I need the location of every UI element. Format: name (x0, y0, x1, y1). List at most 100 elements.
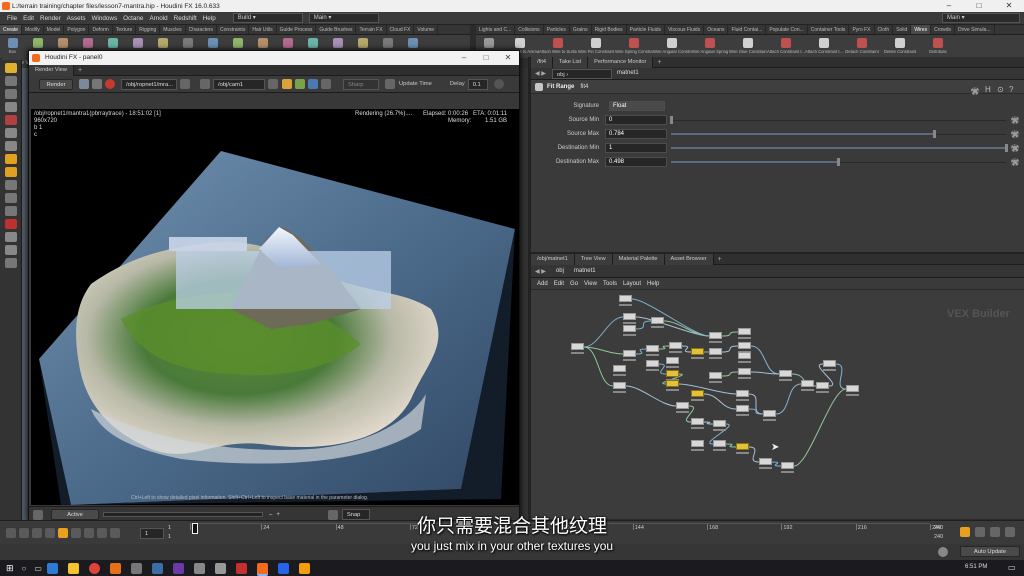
network-menu-tools[interactable]: Tools (603, 281, 617, 287)
left-tool-icon[interactable] (5, 128, 17, 138)
signature-dropdown[interactable]: Float (609, 101, 665, 111)
menu-item-octane[interactable]: Octane (120, 12, 146, 25)
param-tab[interactable]: Take List (553, 56, 589, 68)
vop-node[interactable] (779, 370, 792, 377)
houdini-taskbar-icon[interactable] (256, 562, 268, 574)
left-tool-icon[interactable] (5, 258, 17, 268)
param-tab[interactable]: Performance Monitor (588, 56, 654, 68)
shelf-tab[interactable]: Texture (113, 25, 137, 34)
pane-divider-horizontal[interactable] (531, 252, 1024, 254)
param-tab[interactable]: /fit4 (531, 56, 554, 68)
shelf-tab[interactable]: Hair Utils (249, 25, 277, 34)
panel-maximize-icon[interactable]: □ (475, 51, 497, 65)
help-icon[interactable] (493, 79, 504, 89)
left-tool-icon[interactable] (5, 232, 17, 242)
left-tool-icon[interactable] (5, 115, 17, 125)
param-help-icon[interactable]: H (985, 85, 991, 94)
preview-icon[interactable] (295, 79, 305, 89)
shelf-tool[interactable]: Delete Constraint (881, 35, 919, 58)
shelf-tool[interactable]: Wire Angular Spring Cons. (691, 35, 729, 58)
vop-node[interactable] (666, 370, 679, 377)
shelf-tool[interactable]: Attach Constraint t... (767, 35, 805, 58)
update-time-icon[interactable] (385, 79, 395, 89)
app-icon-8[interactable] (298, 562, 310, 574)
shelf-tool[interactable]: Wire Pin Constraint (577, 35, 615, 58)
left-tool-icon[interactable] (5, 63, 17, 73)
shelf-tool[interactable]: Detach Constraint (843, 35, 881, 58)
vop-node[interactable] (651, 317, 664, 324)
vop-node[interactable] (691, 348, 704, 355)
vop-node[interactable] (738, 328, 751, 335)
firefox-icon[interactable] (109, 562, 121, 574)
add-tab-icon[interactable]: + (657, 59, 661, 66)
menu-item-render[interactable]: Render (37, 12, 64, 25)
shelf-tab[interactable]: Muscles (160, 25, 186, 34)
shelf-tab[interactable]: Wires (911, 25, 932, 34)
shelf-tab[interactable]: Grains (570, 25, 592, 34)
param-gear-icon[interactable] (1011, 130, 1019, 138)
region-icon[interactable] (308, 79, 318, 89)
main-desktop-dropdown[interactable]: Main ▾ (308, 13, 379, 23)
vop-node[interactable] (623, 313, 636, 320)
shelf-tab[interactable]: Crowds (931, 25, 956, 34)
shelf-tab[interactable]: Modify (22, 25, 44, 34)
vop-node[interactable] (736, 405, 749, 412)
vop-node[interactable] (846, 385, 859, 392)
camera-chooser-icon[interactable] (268, 79, 278, 89)
network-menu-add[interactable]: Add (537, 281, 548, 287)
add-tab-icon[interactable]: + (718, 256, 722, 263)
camera-path-field[interactable]: /obj/cam1 (213, 78, 265, 90)
shelf-tab[interactable]: Rigid Bodies (592, 25, 627, 34)
vop-node[interactable] (666, 357, 679, 364)
shelf-tool[interactable]: Wire Glue Constraint (729, 35, 767, 58)
shelf-tab[interactable]: Fluid Contai... (728, 25, 767, 34)
vop-node[interactable] (823, 360, 836, 367)
tab-render-view[interactable]: Render View (29, 64, 74, 76)
param-value-field[interactable]: 0 (605, 115, 667, 125)
network-menu-edit[interactable]: Edit (554, 281, 564, 287)
param-gear-icon[interactable] (1011, 158, 1019, 166)
shelf-tab[interactable]: Characters (186, 25, 218, 34)
param-path-field[interactable]: obj › (551, 68, 612, 79)
task-view-icon[interactable]: ▭ (34, 564, 42, 573)
menu-item-edit[interactable]: Edit (20, 12, 37, 25)
app-icon-4[interactable] (193, 562, 205, 574)
left-tool-icon[interactable] (5, 167, 17, 177)
network-tab[interactable]: Asset Browser (664, 253, 714, 265)
menu-item-file[interactable]: File (4, 12, 20, 25)
param-gear-icon[interactable] (1011, 116, 1019, 124)
shelf-tab[interactable]: Particle Fluids (627, 25, 666, 34)
app-icon-2[interactable] (151, 562, 163, 574)
param-slider[interactable] (671, 157, 1006, 169)
param-slider[interactable] (671, 129, 1006, 141)
network-menu-view[interactable]: View (584, 281, 597, 287)
shelf-tab[interactable]: Guide Brushes (316, 25, 357, 34)
sharp-dropdown[interactable]: Sharp (343, 78, 379, 90)
shelf-tool[interactable]: Distribute (919, 35, 957, 58)
shelf-tab[interactable]: Rigging (136, 25, 161, 34)
vop-node[interactable] (801, 380, 814, 387)
vop-node[interactable] (613, 382, 626, 389)
close-icon[interactable]: ✕ (994, 0, 1024, 12)
app-icon-7[interactable] (277, 562, 289, 574)
param-value-field[interactable]: 1 (605, 143, 667, 153)
left-tool-icon[interactable] (5, 180, 17, 190)
rop-path-field[interactable]: /obj/ropnet1/mra... (121, 78, 177, 90)
render-view-canvas[interactable]: /obj/ropnet1/mantra1(pbrraytrace) - 18:5… (31, 109, 519, 505)
snapshot-icon[interactable] (321, 79, 331, 89)
refresh-icon[interactable] (79, 79, 89, 89)
shelf-tab[interactable]: Volume (414, 25, 439, 34)
build-desktop-dropdown[interactable]: Build ▾ (232, 13, 303, 23)
vop-node[interactable] (713, 420, 726, 427)
param-info-icon[interactable]: ⊙ (997, 85, 1004, 94)
app-icon-1[interactable] (130, 562, 142, 574)
param-gear-icon[interactable] (971, 87, 979, 95)
vop-node[interactable] (666, 380, 679, 387)
stop-icon[interactable] (105, 79, 115, 89)
vop-node[interactable] (736, 443, 749, 450)
network-tab[interactable]: /obj/matnet1 (531, 253, 575, 265)
panel-minimize-icon[interactable]: – (453, 51, 475, 65)
vop-node[interactable] (738, 352, 751, 359)
shelf-tab[interactable]: Model (44, 25, 65, 34)
menu-item-windows[interactable]: Windows (89, 12, 121, 25)
